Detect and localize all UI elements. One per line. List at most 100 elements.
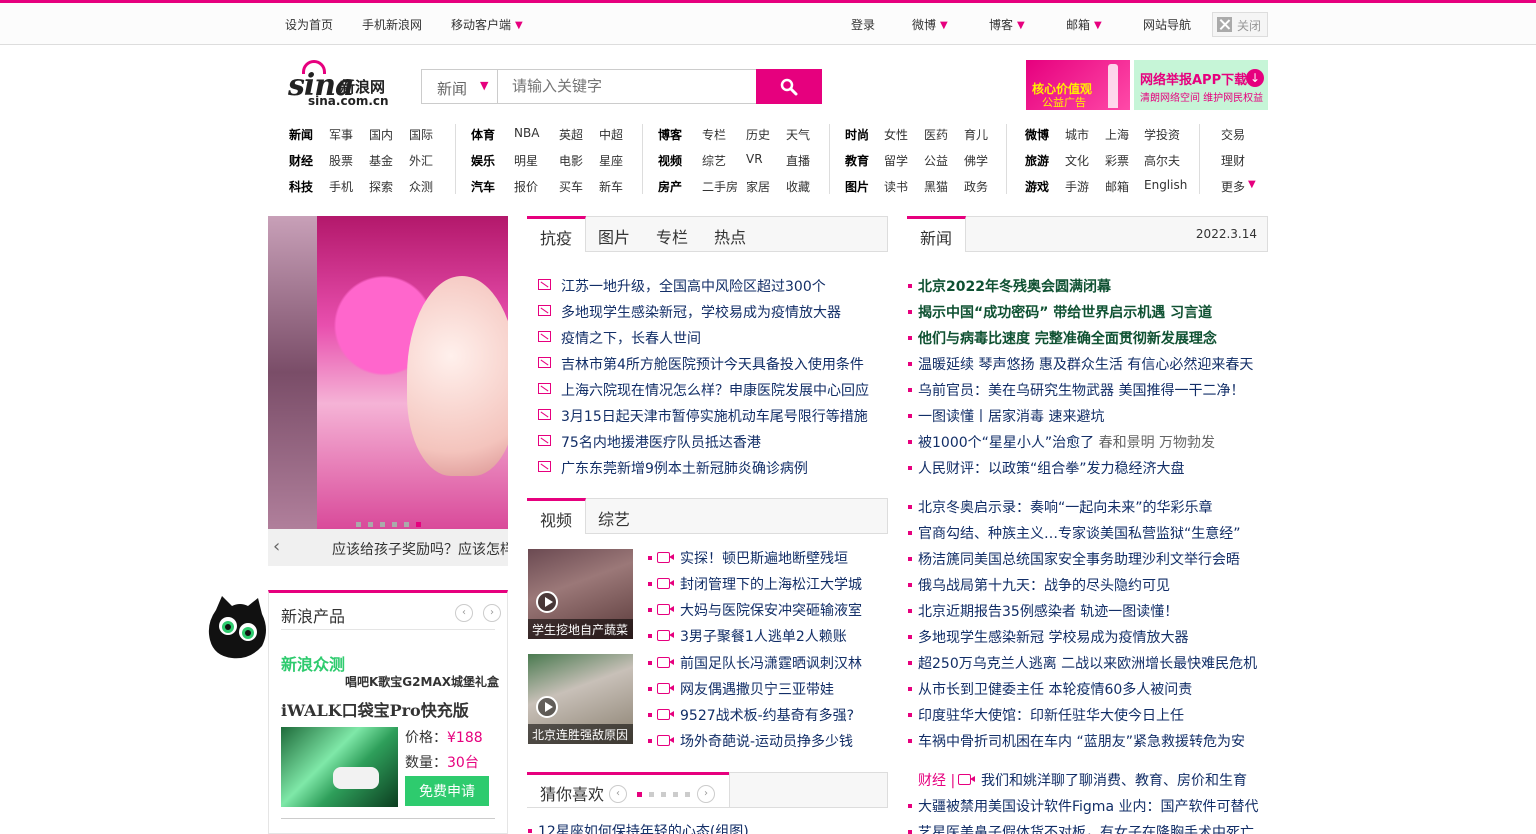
nav-link[interactable]: 汽车 <box>471 178 495 195</box>
login-link[interactable]: 登录 <box>851 16 875 33</box>
nav-link[interactable]: VR <box>746 152 763 166</box>
page-dot[interactable] <box>673 792 678 797</box>
ad-core-values-banner[interactable]: 核心价值观 公益广告 <box>1026 60 1130 110</box>
nav-link[interactable]: 时尚 <box>845 126 869 143</box>
nav-link[interactable]: 手游 <box>1065 178 1089 195</box>
nav-link[interactable]: 微博 <box>1025 126 1049 143</box>
news-item[interactable]: 3月15日起天津市暂停实施机动车尾号限行等措施 <box>561 406 868 426</box>
slide-dot[interactable] <box>404 522 409 527</box>
search-category-select[interactable]: 新闻 ▼ <box>421 69 497 104</box>
nav-link[interactable]: 文化 <box>1065 152 1089 169</box>
nav-link[interactable]: 外汇 <box>409 152 433 169</box>
slide-dot[interactable] <box>368 522 373 527</box>
nav-link[interactable]: 医药 <box>924 126 948 143</box>
slide-caption[interactable]: 应该给孩子奖励吗？应该怎样 <box>332 539 508 559</box>
nav-link[interactable]: 历史 <box>746 126 770 143</box>
nav-link[interactable]: NBA <box>514 126 539 140</box>
nav-link[interactable]: 军事 <box>329 126 353 143</box>
nav-link[interactable]: 基金 <box>369 152 393 169</box>
video-thumbnail[interactable]: 北京连胜强敌原因 <box>528 654 633 744</box>
zhongce-title[interactable]: 新浪众测 <box>281 651 345 675</box>
sina-logo[interactable]: sina 新浪网 sina.com.cn <box>288 60 398 110</box>
news-item[interactable]: 艺星医美鼻子假体货不对板，有女子在隆胸手术中死亡 <box>918 822 1254 834</box>
finance-label[interactable]: 财经 | <box>918 770 955 790</box>
news-item[interactable]: 北京近期报告35例感染者 轨迹一图读懂！ <box>918 601 1178 621</box>
tab-variety[interactable]: 综艺 <box>585 499 643 533</box>
nav-link[interactable]: 娱乐 <box>471 152 495 169</box>
news-item[interactable]: 多地现学生感染新冠 学校易成为疫情放大器 <box>918 627 1188 647</box>
news-item[interactable]: 一图读懂丨居家消毒 速来避坑 <box>918 406 1104 426</box>
headline-item[interactable]: 他们与病毒比速度 完整准确全面贯彻新发展理念 <box>918 328 1217 348</box>
nav-link[interactable]: 探索 <box>369 178 393 195</box>
nav-link[interactable]: 上海 <box>1105 126 1129 143</box>
slide-dot-active[interactable] <box>416 522 421 527</box>
nav-link[interactable]: 育儿 <box>964 126 988 143</box>
nav-link[interactable]: 交易 <box>1221 126 1245 143</box>
nav-link[interactable]: 佛学 <box>964 152 988 169</box>
nav-link[interactable]: 英超 <box>559 126 583 143</box>
page-dot-active[interactable] <box>637 792 642 797</box>
nav-link[interactable]: 专栏 <box>702 126 726 143</box>
product-name[interactable]: iWALK口袋宝Pro快充版 <box>281 697 469 721</box>
page-dot[interactable] <box>661 792 666 797</box>
headline-item[interactable]: 揭示中国“成功密码” 带给世界启示机遇 习言道 <box>918 302 1212 322</box>
nav-link[interactable]: 报价 <box>514 178 538 195</box>
nav-link[interactable]: 新闻 <box>289 126 313 143</box>
news-item[interactable]: 大疆被禁用美国设计软件Figma 业内：国产软件可替代 <box>918 796 1258 816</box>
nav-link[interactable]: 房产 <box>658 178 682 195</box>
nav-link[interactable]: 公益 <box>924 152 948 169</box>
news-item[interactable]: 上海六院现在情况怎么样？申康医院发展中心回应 <box>561 380 869 400</box>
nav-link[interactable]: 中超 <box>599 126 623 143</box>
photo-slideshow[interactable]: ‹ 应该给孩子奖励吗？应该怎样 <box>268 216 508 566</box>
nav-link[interactable]: 黑猫 <box>924 178 948 195</box>
nav-link[interactable]: English <box>1144 178 1187 192</box>
page-dot[interactable] <box>649 792 654 797</box>
video-thumbnail[interactable]: 学生挖地自产蔬菜 <box>528 549 633 639</box>
nav-link[interactable]: 国际 <box>409 126 433 143</box>
news-item[interactable]: 印度驻华大使馆：印新任驻华大使今日上任 <box>918 705 1184 725</box>
nav-link[interactable]: 星座 <box>599 152 623 169</box>
nav-link[interactable]: 手机 <box>329 178 353 195</box>
nav-link[interactable]: 科技 <box>289 178 313 195</box>
nav-link[interactable]: 理财 <box>1221 152 1245 169</box>
nav-link[interactable]: 读书 <box>884 178 908 195</box>
nav-link[interactable]: 教育 <box>845 152 869 169</box>
news-item[interactable]: 多地现学生感染新冠，学校易成为疫情放大器 <box>561 302 841 322</box>
slide-dot[interactable] <box>356 522 361 527</box>
news-item[interactable]: 杨洁篪同美国总统国家安全事务助理沙利文举行会晤 <box>918 549 1240 569</box>
video-news-item[interactable]: 实探！顿巴斯遍地断壁残垣 <box>680 548 848 568</box>
nav-link[interactable]: 买车 <box>559 178 583 195</box>
nav-link[interactable]: 明星 <box>514 152 538 169</box>
set-homepage-link[interactable]: 设为首页 <box>285 16 333 33</box>
news-item[interactable]: 乌前官员：美在乌研究生物武器 美国推得一干二净！ <box>918 380 1244 400</box>
nav-link[interactable]: 二手房 <box>702 178 738 195</box>
news-item[interactable]: 被1000个“星星小人”治愈了 春和景明 万物勃发 <box>918 432 1215 452</box>
nav-link[interactable]: 政务 <box>964 178 988 195</box>
news-item[interactable]: 75名内地援港医疗队员抵达香港 <box>561 432 761 452</box>
video-news-item[interactable]: 3男子聚餐1人逃单2人赖账 <box>680 626 847 646</box>
nav-link[interactable]: 学投资 <box>1144 126 1180 143</box>
nav-link[interactable]: 直播 <box>786 152 810 169</box>
tab-epidemic[interactable]: 抗疫 <box>527 216 587 252</box>
nav-link[interactable]: 收藏 <box>786 178 810 195</box>
slide-dot[interactable] <box>380 522 385 527</box>
search-input[interactable] <box>497 69 757 104</box>
tab-pictures[interactable]: 图片 <box>585 217 643 251</box>
nav-more-menu[interactable]: 更多 <box>1221 178 1245 195</box>
slide-dot[interactable] <box>392 522 397 527</box>
mobile-sina-link[interactable]: 手机新浪网 <box>362 16 422 33</box>
nav-link[interactable]: 高尔夫 <box>1144 152 1180 169</box>
nav-link[interactable]: 女性 <box>884 126 908 143</box>
news-item[interactable]: 人民财评：以政策“组合拳”发力稳经济大盘 <box>918 458 1185 478</box>
news-item[interactable]: 江苏一地升级，全国高中风险区超过300个 <box>561 276 826 296</box>
guess-item[interactable]: 12星座如何保持年轻的心态(组图) <box>538 821 749 834</box>
headline-item[interactable]: 北京2022年冬残奥会圆满闭幕 <box>918 276 1111 296</box>
chevron-right-icon[interactable]: › <box>483 604 501 622</box>
nav-link[interactable]: 旅游 <box>1025 152 1049 169</box>
nav-link[interactable]: 众测 <box>409 178 433 195</box>
chevron-left-icon[interactable]: ‹ <box>455 604 473 622</box>
nav-link[interactable]: 视频 <box>658 152 682 169</box>
ad-report-app-banner[interactable]: 网络举报APP下载 清朗网络空间 维护网民权益 ↓ <box>1134 60 1268 110</box>
nav-link[interactable]: 股票 <box>329 152 353 169</box>
slide-image[interactable] <box>317 216 508 529</box>
